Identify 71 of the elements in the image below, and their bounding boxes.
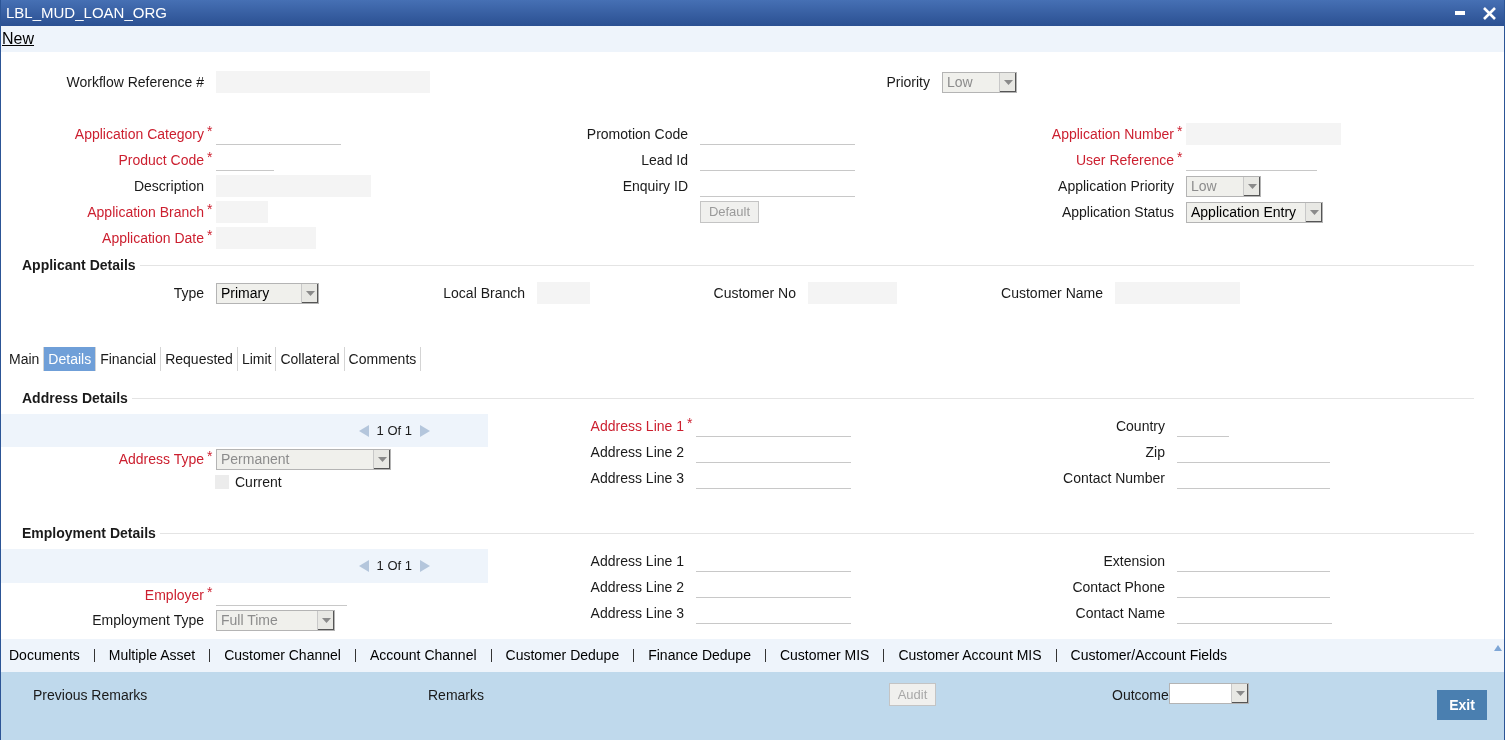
bottom-link[interactable]: Customer Dedupe — [505, 645, 620, 666]
field-label: Application Date * — [102, 227, 214, 248]
field-label: Type — [173, 283, 205, 303]
field-label: Employment Type — [92, 610, 205, 630]
field-label: Contact Number — [1063, 468, 1166, 488]
field-label: Priority — [886, 72, 931, 92]
field-label: Customer No — [713, 283, 797, 303]
caret-icon — [373, 449, 390, 469]
bottom-link[interactable]: Account Channel — [369, 645, 477, 666]
field-label: Address Type * — [118, 448, 214, 469]
field-label: Contact Phone — [1072, 577, 1166, 597]
bottom-link[interactable]: Finance Dedupe — [648, 645, 751, 666]
field-label: Extension — [1103, 551, 1166, 571]
field-label: Country — [1115, 416, 1166, 436]
field-label: Lead Id — [641, 150, 689, 170]
field-label: Address Line 3 — [590, 468, 685, 488]
field-label: Address Line 1 — [590, 551, 685, 571]
field-label: Local Branch — [443, 283, 526, 303]
field-label: User Reference * — [1075, 149, 1184, 170]
field-label: Customer Name — [1001, 283, 1104, 303]
bottom-link[interactable]: Customer MIS — [779, 645, 870, 666]
caret-icon — [1231, 684, 1248, 703]
page-indicator: 1 Of 1 — [376, 557, 412, 576]
field-label: Application Number * — [1051, 123, 1184, 144]
next-icon[interactable] — [420, 560, 430, 572]
minimize-icon[interactable] — [1455, 11, 1465, 15]
dropdown-select[interactable]: Application Entry — [1186, 201, 1323, 223]
field-label: Enquiry ID — [622, 176, 689, 196]
previous-remarks-label: Previous Remarks — [33, 686, 149, 705]
field-label: Address Line 3 — [590, 603, 685, 623]
section-heading: Employment Details — [22, 523, 156, 543]
previous-icon[interactable] — [358, 424, 369, 437]
field-label: Product Code * — [118, 149, 214, 170]
field-label: Application Priority — [1058, 176, 1175, 196]
field-label: Employer * — [144, 584, 214, 605]
caret-icon — [999, 72, 1016, 92]
bottom-link[interactable]: Documents — [9, 645, 80, 666]
bottom-link[interactable]: Multiple Asset — [108, 645, 196, 666]
caret-icon — [301, 283, 318, 303]
section-heading: Applicant Details — [22, 255, 136, 275]
caret-icon — [317, 610, 334, 630]
field-label: Promotion Code — [586, 124, 689, 144]
field-label: Address Line 2 — [590, 442, 685, 462]
field-label: Address Line 1 * — [590, 415, 694, 436]
exit-button[interactable]: Exit — [1437, 690, 1487, 720]
field-label: Workflow Reference # — [66, 72, 205, 92]
page-indicator: 1 Of 1 — [376, 421, 412, 440]
remarks-label: Remarks — [428, 686, 485, 705]
window-title: LBL_MUD_LOAN_ORG — [6, 2, 167, 23]
field-label: Contact Name — [1075, 603, 1166, 623]
field-label: Zip — [1145, 442, 1166, 462]
next-icon[interactable] — [420, 424, 430, 437]
field-label: Application Category * — [74, 123, 214, 144]
field-label: Description — [133, 176, 205, 196]
bottom-link[interactable]: Customer Channel — [224, 645, 341, 666]
section-heading: Address Details — [22, 388, 128, 408]
outcome-select[interactable] — [1169, 683, 1249, 704]
previous-icon[interactable] — [358, 560, 369, 572]
field-label: Address Line 2 — [590, 577, 685, 597]
caret-icon — [1243, 176, 1260, 196]
new-link[interactable]: New — [1, 27, 34, 51]
outcome-label: Outcome — [1112, 686, 1169, 705]
caret-icon — [1305, 202, 1322, 222]
scroll-up-icon[interactable] — [1494, 645, 1502, 651]
dropdown-select[interactable]: Primary — [216, 282, 319, 304]
field-label: Application Branch * — [87, 201, 214, 222]
bottom-link[interactable]: Customer Account MIS — [898, 645, 1042, 666]
bottom-link[interactable]: Customer/Account Fields — [1070, 645, 1227, 666]
close-icon[interactable] — [1483, 6, 1496, 20]
field-label: Application Status — [1061, 202, 1175, 222]
checkbox-label: Current — [235, 472, 282, 492]
